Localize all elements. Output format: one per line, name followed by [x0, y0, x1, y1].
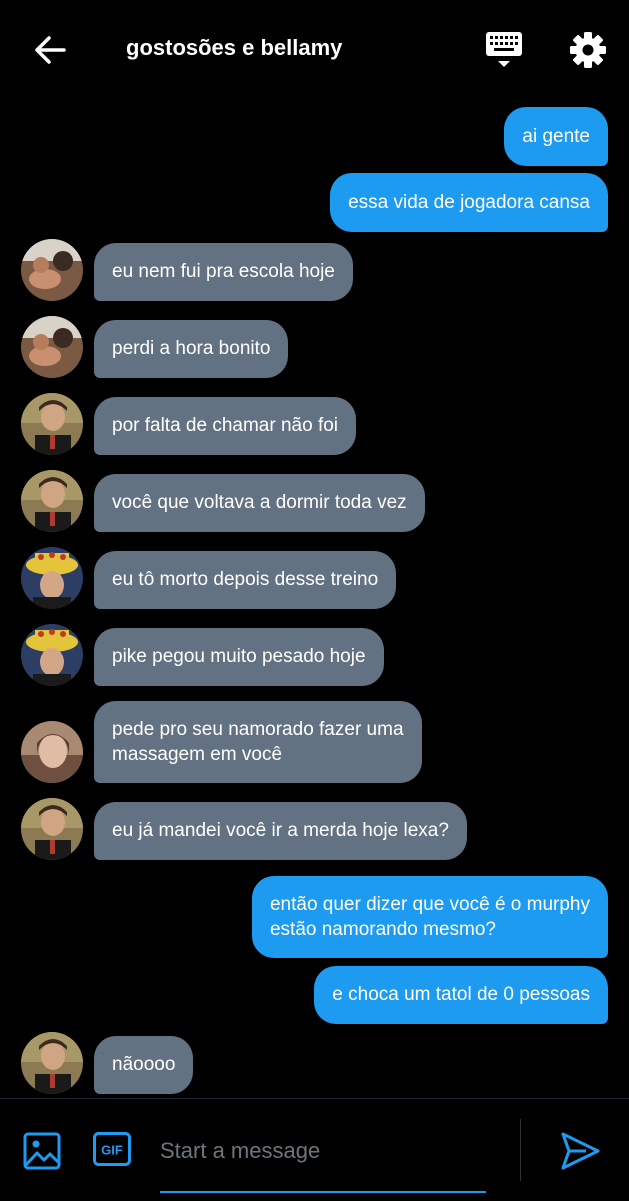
profile-photo-icon — [21, 316, 83, 378]
message-text-line: pede pro seu namorado fazer uma — [112, 719, 404, 740]
message-bubble-incoming[interactable]: por falta de chamar não foi — [94, 397, 357, 455]
message-bubble-outgoing[interactable]: e choca um tatol de 0 pessoas — [314, 966, 608, 1024]
profile-photo-icon — [21, 470, 83, 532]
add-image-button[interactable] — [22, 1131, 62, 1171]
add-gif-button[interactable]: GIF — [93, 1132, 131, 1166]
avatar[interactable] — [21, 547, 83, 609]
profile-photo-icon — [21, 1032, 83, 1094]
message-bubble-outgoing[interactable]: então quer dizer que você é o murphy est… — [251, 876, 608, 958]
message-bubble-incoming[interactable]: eu tô morto depois desse treino — [94, 551, 397, 609]
send-button[interactable] — [558, 1129, 602, 1173]
gif-icon: GIF — [93, 1132, 131, 1166]
image-icon — [23, 1132, 61, 1170]
gear-icon — [570, 32, 606, 68]
keyboard-icon — [486, 32, 522, 67]
avatar[interactable] — [21, 1032, 83, 1094]
keyboard-button[interactable] — [482, 28, 526, 72]
avatar[interactable] — [21, 316, 83, 378]
message-bubble-incoming[interactable]: nãoooo — [94, 1036, 194, 1094]
gif-label: GIF — [101, 1143, 123, 1158]
message-text: eu tô morto depois desse treino — [112, 569, 379, 590]
avatar[interactable] — [21, 721, 83, 783]
settings-button[interactable] — [566, 28, 610, 72]
profile-photo-icon — [21, 547, 83, 609]
message-bubble-incoming[interactable]: eu nem fui pra escola hoje — [94, 243, 353, 301]
message-text: e choca um tatol de 0 pessoas — [332, 984, 590, 1005]
message-bubble-incoming[interactable]: perdi a hora bonito — [94, 320, 289, 378]
send-icon — [561, 1132, 600, 1170]
message-text: eu nem fui pra escola hoje — [112, 261, 335, 282]
conversation-header: gostosões e bellamy — [0, 0, 629, 100]
profile-photo-icon — [21, 721, 83, 783]
message-thread[interactable]: ai gente essa vida de jogadora cansa eu … — [0, 100, 629, 1098]
profile-photo-icon — [21, 393, 83, 455]
avatar[interactable] — [21, 393, 83, 455]
arrow-left-icon — [35, 36, 66, 64]
avatar[interactable] — [21, 624, 83, 686]
composer-divider — [520, 1119, 521, 1181]
message-text: você que voltava a dormir toda vez — [112, 492, 407, 513]
profile-photo-icon — [21, 624, 83, 686]
avatar[interactable] — [21, 470, 83, 532]
message-text-line: então quer dizer que você é o murphy — [269, 894, 590, 915]
avatar[interactable] — [21, 239, 83, 301]
message-text-line: estão namorando mesmo? — [269, 919, 496, 940]
profile-photo-icon — [21, 239, 83, 301]
message-text: essa vida de jogadora cansa — [348, 192, 590, 213]
message-bubble-incoming[interactable]: você que voltava a dormir toda vez — [94, 474, 425, 532]
message-text: pike pegou muito pesado hoje — [112, 646, 366, 667]
avatar[interactable] — [21, 798, 83, 860]
profile-photo-icon — [21, 798, 83, 860]
message-text-line: massagem em você — [112, 744, 283, 765]
input-underline — [160, 1191, 486, 1193]
message-text: ai gente — [522, 126, 590, 147]
message-bubble-outgoing[interactable]: essa vida de jogadora cansa — [330, 173, 608, 232]
message-text: perdi a hora bonito — [112, 338, 271, 359]
message-text: eu já mandei você ir a merda hoje lexa? — [112, 820, 449, 841]
message-text: nãoooo — [112, 1054, 176, 1075]
message-composer: GIF — [0, 1098, 629, 1201]
message-bubble-incoming[interactable]: pike pegou muito pesado hoje — [94, 628, 384, 686]
back-button[interactable] — [30, 30, 70, 70]
conversation-title[interactable]: gostosões e bellamy — [126, 35, 342, 61]
message-input[interactable] — [160, 1131, 486, 1171]
message-bubble-incoming[interactable]: eu já mandei você ir a merda hoje lexa? — [94, 802, 467, 860]
message-bubble-incoming[interactable]: pede pro seu namorado fazer uma massagem… — [94, 701, 422, 783]
message-text: por falta de chamar não foi — [112, 415, 339, 436]
message-bubble-outgoing[interactable]: ai gente — [504, 107, 608, 166]
